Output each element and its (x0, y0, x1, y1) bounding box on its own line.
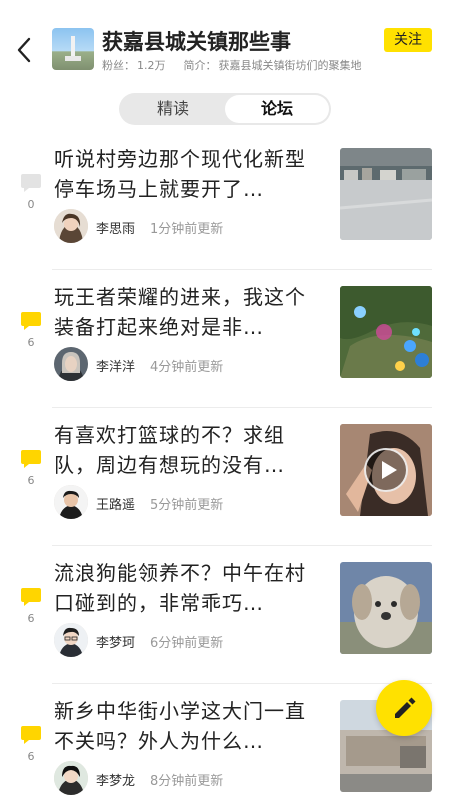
comment-count[interactable]: 0 (18, 172, 44, 211)
monument-base (65, 56, 81, 61)
speech-bubble-icon (21, 450, 41, 468)
channel-meta: 粉丝： 1.2万 简介： 获嘉县城关镇街坊们的聚集地 (102, 57, 402, 73)
comment-count-value: 6 (27, 750, 35, 763)
post-thumbnail[interactable] (340, 148, 432, 240)
author-name[interactable]: 李梦珂 (96, 632, 135, 651)
forum-screen: 获嘉县城关镇那些事 粉丝： 1.2万 简介： 获嘉县城关镇街坊们的聚集地 关注 精读 … (0, 0, 450, 800)
post-thumbnail[interactable] (340, 562, 432, 654)
list-item[interactable]: 6 玩王者荣耀的进来，我这个装备打起来绝对是非… 李洋洋 4分钟前更新 (0, 270, 450, 408)
update-time: 6分钟前更新 (150, 636, 224, 651)
author-name[interactable]: 李洋洋 (96, 356, 135, 375)
post-title[interactable]: 流浪狗能领养不？中午在村口碰到的，非常乖巧… (54, 558, 324, 618)
list-item[interactable]: 0 听说村旁边那个现代化新型停车场马上就要开了… 李思雨 1分钟前更新 (0, 132, 450, 270)
comment-count[interactable]: 6 (18, 586, 44, 625)
avatar[interactable] (54, 209, 88, 243)
comment-count-value: 6 (27, 336, 35, 349)
comment-count[interactable]: 6 (18, 448, 44, 487)
pencil-icon (395, 697, 416, 718)
user-avatar-image (54, 347, 88, 381)
play-icon[interactable] (364, 448, 408, 492)
post-title[interactable]: 有喜欢打篮球的不？求组队，周边有想玩的没有… (54, 420, 324, 480)
avatar[interactable] (54, 623, 88, 657)
author-name[interactable]: 王路遥 (96, 494, 135, 513)
comment-count[interactable]: 6 (18, 724, 44, 763)
update-time: 1分钟前更新 (150, 222, 224, 237)
user-avatar-image (54, 761, 88, 795)
avatar[interactable] (54, 347, 88, 381)
fans-count: 1.2万 (137, 59, 166, 72)
update-time: 8分钟前更新 (150, 774, 224, 789)
speech-bubble-icon (21, 174, 41, 192)
back-button[interactable] (10, 30, 38, 70)
chevron-left-icon (17, 37, 31, 63)
follow-button[interactable]: 关注 (384, 28, 432, 52)
fans-label: 粉丝： (102, 59, 135, 72)
speech-bubble-icon (21, 726, 41, 744)
game-screenshot-image (340, 286, 432, 378)
update-time: 5分钟前更新 (150, 498, 224, 513)
speech-bubble-icon (21, 312, 41, 330)
segmented-tabs: 精读 论坛 (119, 93, 331, 125)
post-title[interactable]: 新乡中华街小学这大门一直不关吗？外人为什么… (54, 696, 324, 756)
comment-count[interactable]: 6 (18, 310, 44, 349)
author-name[interactable]: 李思雨 (96, 218, 135, 237)
channel-header: 获嘉县城关镇那些事 粉丝： 1.2万 简介： 获嘉县城关镇街坊们的聚集地 关注 (0, 0, 450, 88)
parking-lot-image (340, 148, 432, 240)
comment-count-value: 6 (27, 474, 35, 487)
post-title[interactable]: 玩王者荣耀的进来，我这个装备打起来绝对是非… (54, 282, 324, 342)
tab-luntan[interactable]: 论坛 (225, 95, 329, 123)
channel-title: 获嘉县城关镇那些事 (102, 30, 291, 54)
dog-image (340, 562, 432, 654)
comment-count-value: 6 (27, 612, 35, 625)
list-item[interactable]: 6 流浪狗能领养不？中午在村口碰到的，非常乖巧… 李梦珂 6分钟前更新 (0, 546, 450, 684)
avatar[interactable] (54, 485, 88, 519)
user-avatar-image (54, 623, 88, 657)
user-avatar-image (54, 485, 88, 519)
post-thumbnail[interactable] (340, 286, 432, 378)
monument-image (71, 36, 75, 58)
intro-text: 获嘉县城关镇街坊们的聚集地 (218, 59, 362, 72)
intro-label: 简介： (183, 59, 217, 72)
post-title[interactable]: 听说村旁边那个现代化新型停车场马上就要开了… (54, 144, 324, 204)
comment-count-value: 0 (27, 198, 35, 211)
compose-button[interactable] (376, 680, 432, 736)
update-time: 4分钟前更新 (150, 360, 224, 375)
author-name[interactable]: 李梦龙 (96, 770, 135, 789)
user-avatar-image (54, 209, 88, 243)
avatar[interactable] (54, 761, 88, 795)
post-thumbnail[interactable] (340, 424, 432, 516)
tab-jingdu[interactable]: 精读 (121, 95, 225, 123)
channel-avatar[interactable] (52, 28, 94, 70)
list-item[interactable]: 6 有喜欢打篮球的不？求组队，周边有想玩的没有… 王路遥 5分钟前更新 (0, 408, 450, 546)
speech-bubble-icon (21, 588, 41, 606)
